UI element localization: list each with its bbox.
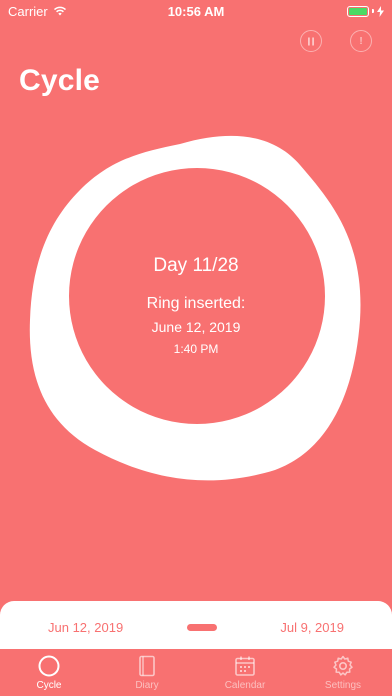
pause-button[interactable] <box>300 30 322 52</box>
tab-bar: Cycle Diary Calendar Settings <box>0 649 392 696</box>
status-right <box>347 5 384 17</box>
page-title: Cycle <box>19 64 101 97</box>
start-date: Jun 12, 2019 <box>48 619 124 635</box>
wifi-icon <box>53 6 67 16</box>
ring-inserted-date: June 12, 2019 <box>151 319 241 335</box>
day-counter: Day 11/28 <box>153 255 239 276</box>
tab-label: Settings <box>324 680 362 691</box>
battery-icon <box>347 5 369 17</box>
circle-icon <box>38 655 60 677</box>
tab-calendar[interactable]: Calendar <box>196 649 294 696</box>
info-icon: ! <box>359 35 363 47</box>
tab-diary[interactable]: Diary <box>98 649 196 696</box>
info-button[interactable]: ! <box>350 30 372 52</box>
header-actions: ! <box>300 30 372 52</box>
drag-handle[interactable] <box>186 623 217 631</box>
status-bar: Carrier 10:56 AM <box>0 0 392 22</box>
status-left: Carrier <box>8 4 67 19</box>
tab-settings[interactable]: Settings <box>294 649 392 696</box>
pause-icon <box>307 37 315 46</box>
tab-label: Calendar <box>224 680 266 691</box>
carrier-label: Carrier <box>8 3 48 19</box>
ring-inserted-label: Ring inserted: <box>146 295 246 312</box>
ring-inserted-time: 1:40 PM <box>173 342 219 356</box>
end-date: Jul 9, 2019 <box>280 619 344 635</box>
battery-level <box>349 7 367 15</box>
gear-icon <box>332 655 354 677</box>
tab-cycle[interactable]: Cycle <box>0 649 98 696</box>
date-range-card[interactable]: Jun 12, 2019 Jul 9, 2019 <box>0 601 392 653</box>
tab-label: Cycle <box>36 680 62 691</box>
tab-label: Diary <box>135 680 159 691</box>
book-icon <box>136 655 158 677</box>
ring-info: Day 11/28 Ring inserted: June 12, 2019 1… <box>0 255 392 356</box>
battery-tip <box>372 9 374 13</box>
charging-icon <box>377 5 384 17</box>
calendar-icon <box>234 655 256 677</box>
